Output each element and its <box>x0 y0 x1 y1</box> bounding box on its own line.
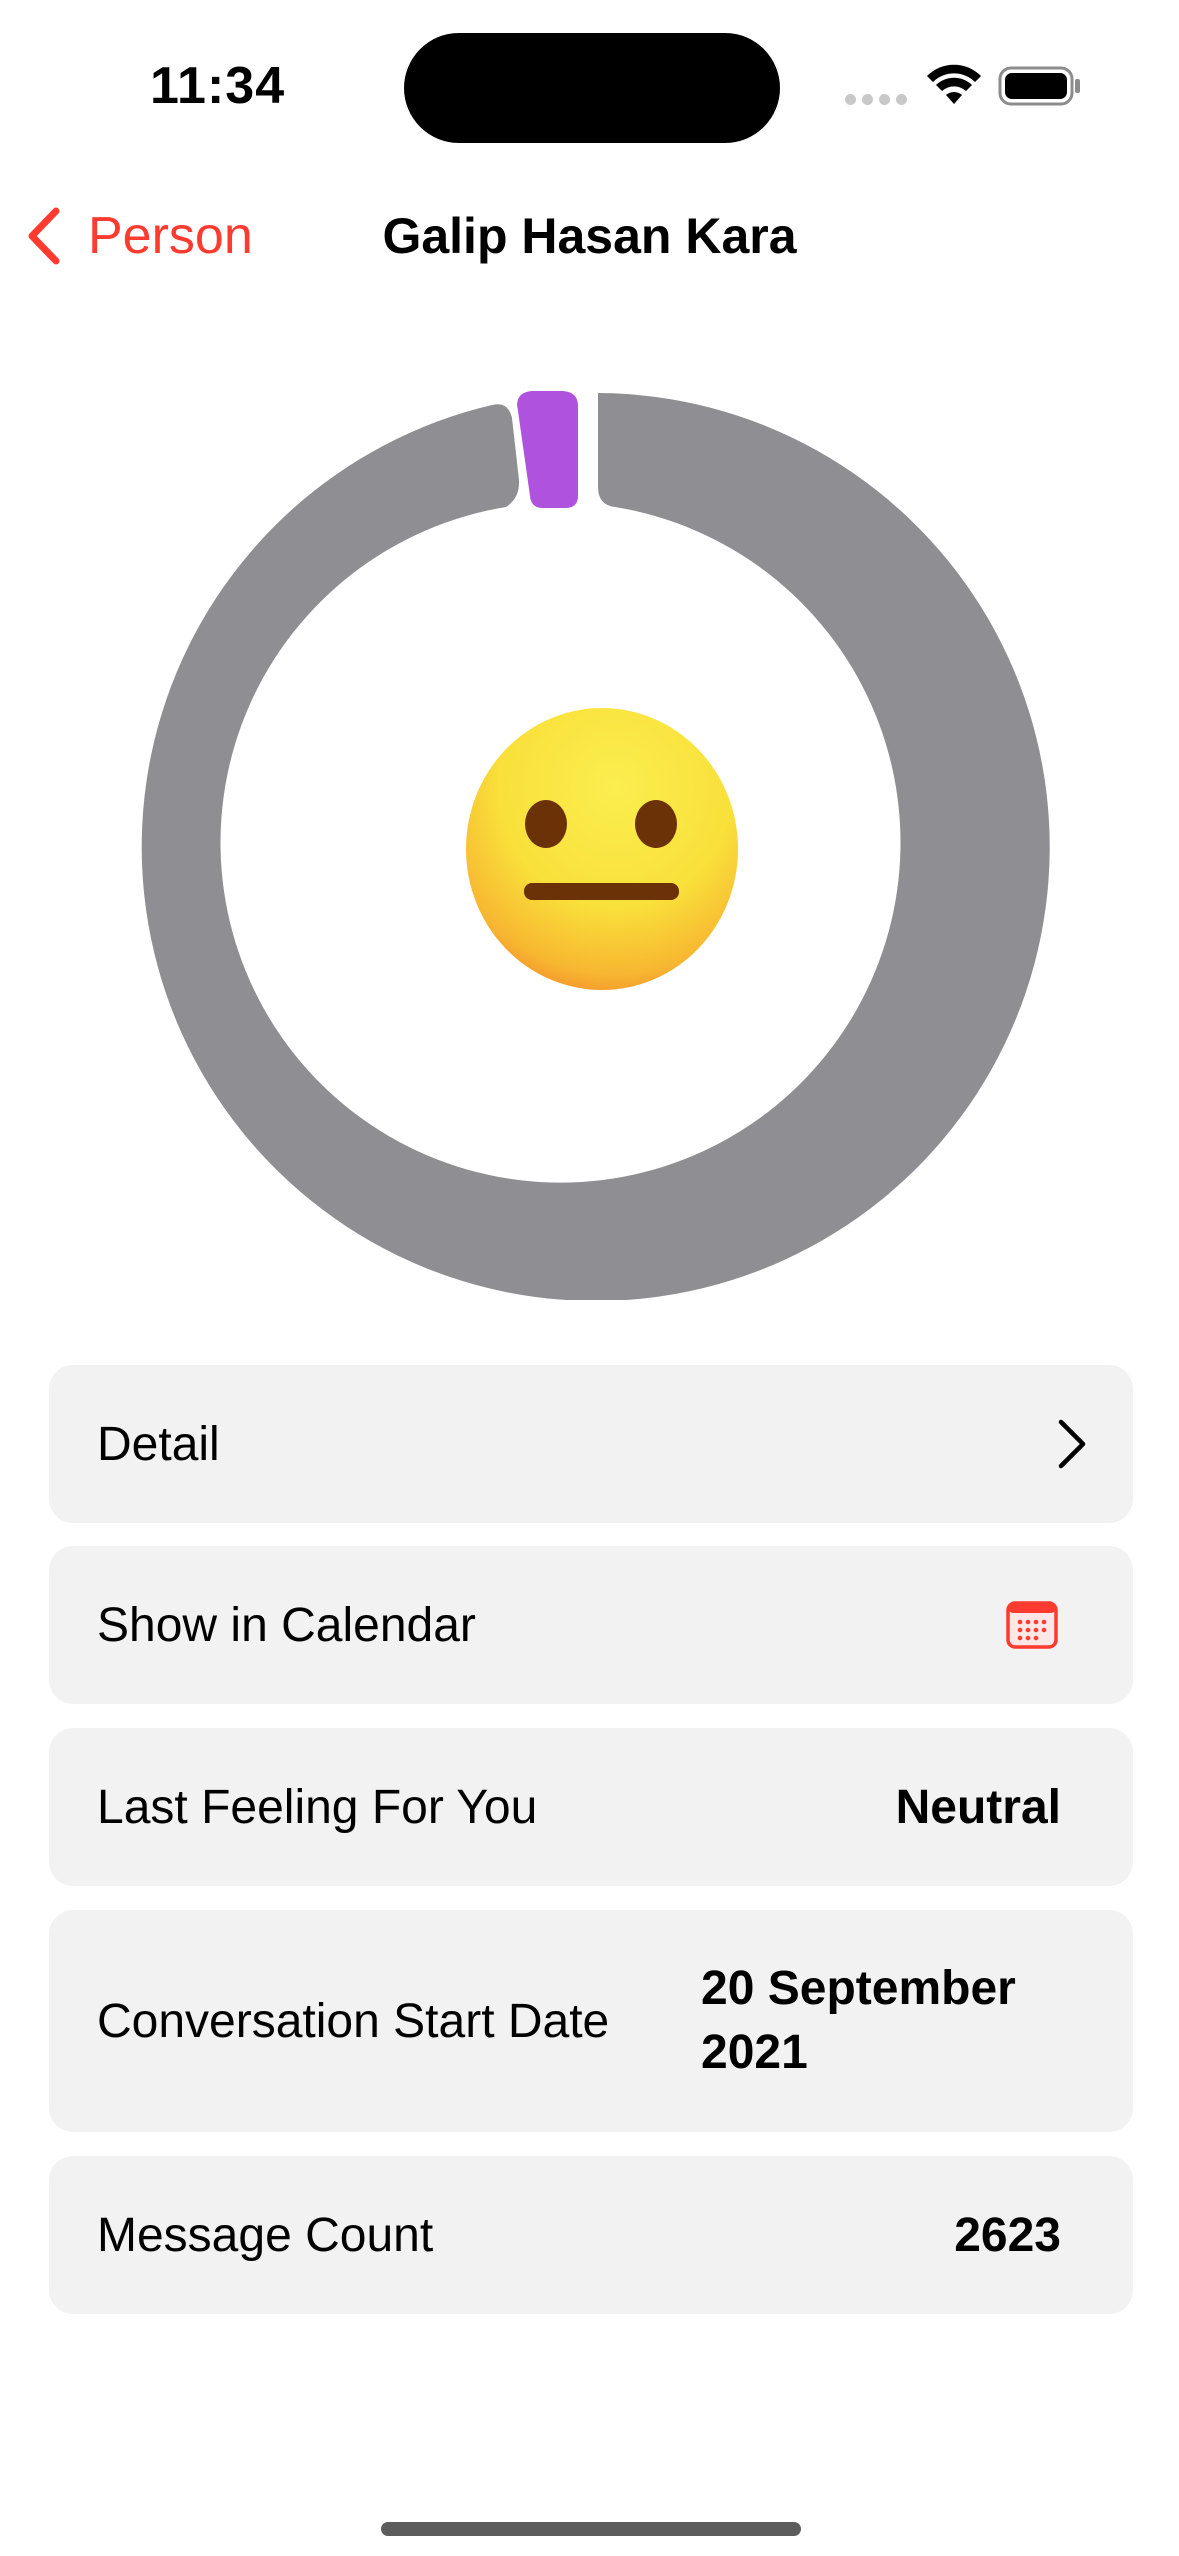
last-feeling-label: Last Feeling For You <box>97 1780 538 1834</box>
conversation-start-date-row: Conversation Start Date 20 September 202… <box>49 1910 1133 2132</box>
detail-label: Detail <box>97 1417 220 1471</box>
cellular-signal-icon <box>845 94 907 105</box>
page-title: Galip Hasan Kara <box>382 208 797 264</box>
dynamic-island <box>404 33 780 143</box>
status-bar: 11:34 <box>0 0 1179 180</box>
last-feeling-value: Neutral <box>895 1780 1061 1834</box>
neutral-face-icon <box>466 708 738 990</box>
last-feeling-row: Last Feeling For You Neutral <box>49 1728 1133 1886</box>
show-in-calendar-row[interactable]: Show in Calendar <box>49 1546 1133 1704</box>
message-count-label: Message Count <box>97 2208 434 2262</box>
ring-segment-purple <box>517 391 578 508</box>
wifi-icon <box>927 64 981 104</box>
conversation-start-date-label: Conversation Start Date <box>97 1994 610 2048</box>
message-count-value: 2623 <box>954 2208 1061 2262</box>
feeling-ring <box>0 380 1179 1300</box>
status-time: 11:34 <box>150 57 286 115</box>
show-in-calendar-label: Show in Calendar <box>97 1598 476 1652</box>
chevron-right-icon <box>1058 1419 1086 1469</box>
calendar-icon[interactable] <box>1005 1600 1059 1650</box>
message-count-row: Message Count 2623 <box>49 2156 1133 2314</box>
navigation-bar: Person Galip Hasan Kara <box>0 180 1179 290</box>
home-indicator[interactable] <box>381 2522 801 2536</box>
battery-icon <box>998 66 1080 106</box>
conversation-start-date-value: 20 September 2021 <box>701 1962 1016 2079</box>
detail-row[interactable]: Detail <box>49 1365 1133 1523</box>
